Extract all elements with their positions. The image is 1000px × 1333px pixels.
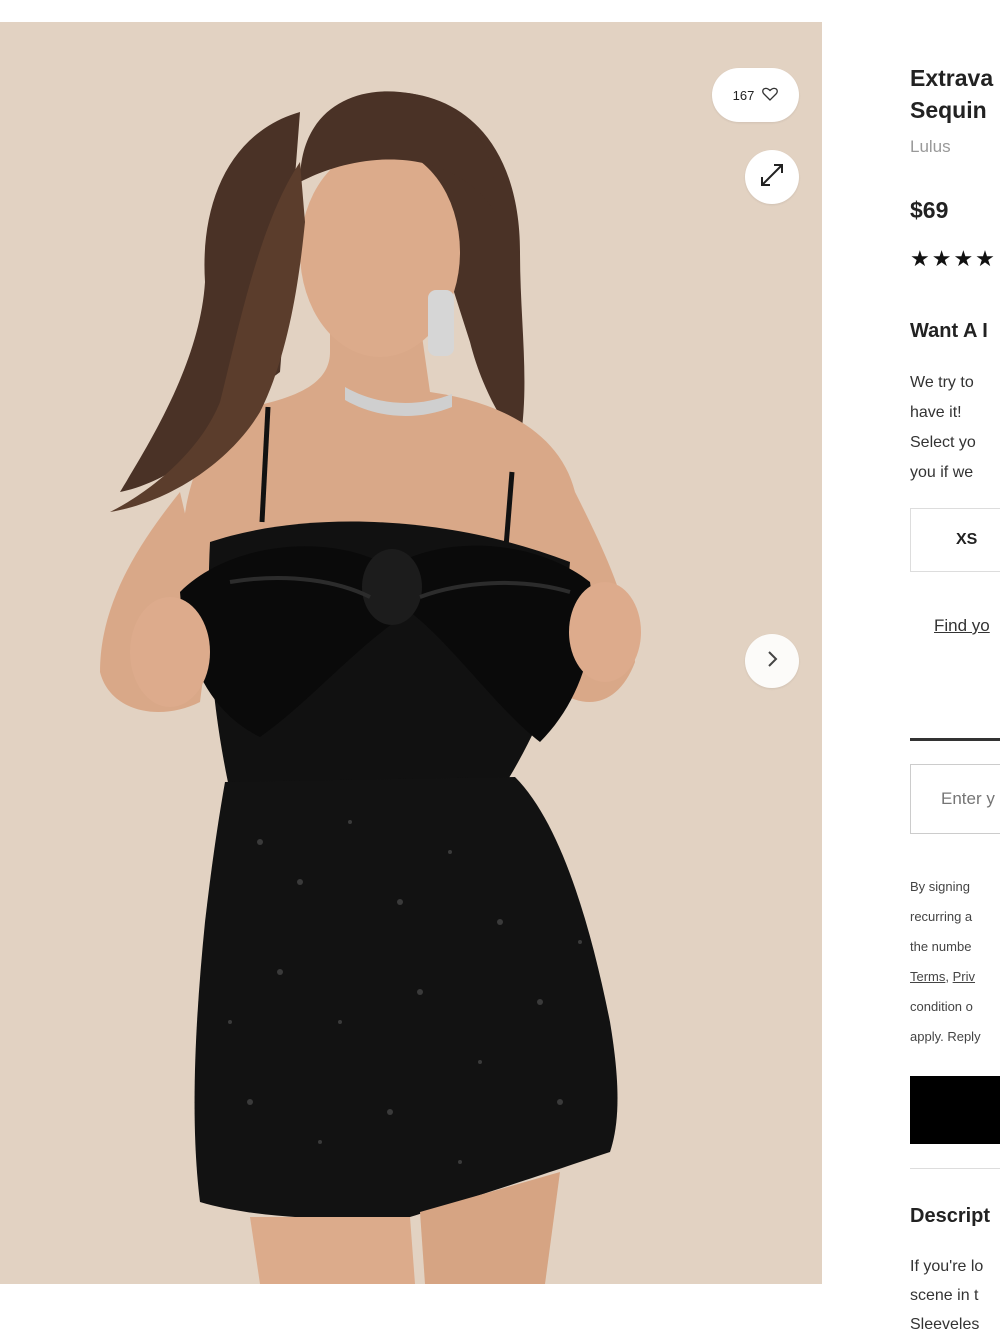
product-title: Extrava Sequin <box>910 65 994 123</box>
product-photo <box>0 22 822 1284</box>
phone-input[interactable] <box>910 764 1000 834</box>
terms-link[interactable]: Terms <box>910 969 945 984</box>
like-count: 167 <box>732 87 755 103</box>
expand-icon <box>758 161 786 194</box>
sms-legal-text: By signing recurring a the numbe Terms, … <box>910 879 981 1044</box>
rating-stars[interactable]: ★★★★ <box>910 246 997 272</box>
find-size-link[interactable]: Find yo <box>934 616 990 636</box>
expand-image-button[interactable] <box>745 150 799 204</box>
heart-icon <box>762 87 779 104</box>
next-image-button[interactable] <box>745 634 799 688</box>
divider <box>910 738 1000 741</box>
privacy-link[interactable]: Priv <box>953 969 975 984</box>
back-in-stock-text: We try to have it! Select yo you if we <box>910 374 976 481</box>
subscribe-button[interactable] <box>910 1076 1000 1144</box>
product-price: $69 <box>910 197 949 223</box>
like-button[interactable]: 167 <box>712 68 799 122</box>
back-in-stock-heading: Want A I <box>910 320 988 342</box>
brand-link[interactable]: Lulus <box>910 137 951 157</box>
divider <box>910 1168 1000 1169</box>
chevron-right-icon <box>765 649 779 674</box>
product-image-gallery: 167 <box>0 22 822 1284</box>
product-details-panel: Extrava Sequin Lulus $69 ★★★★ Want A I W… <box>910 0 1000 1333</box>
size-option-xs[interactable]: XS <box>910 508 1000 572</box>
description-heading[interactable]: Descript <box>910 1205 990 1228</box>
description-text: If you're lo scene in t Sleeveles <box>910 1258 984 1333</box>
